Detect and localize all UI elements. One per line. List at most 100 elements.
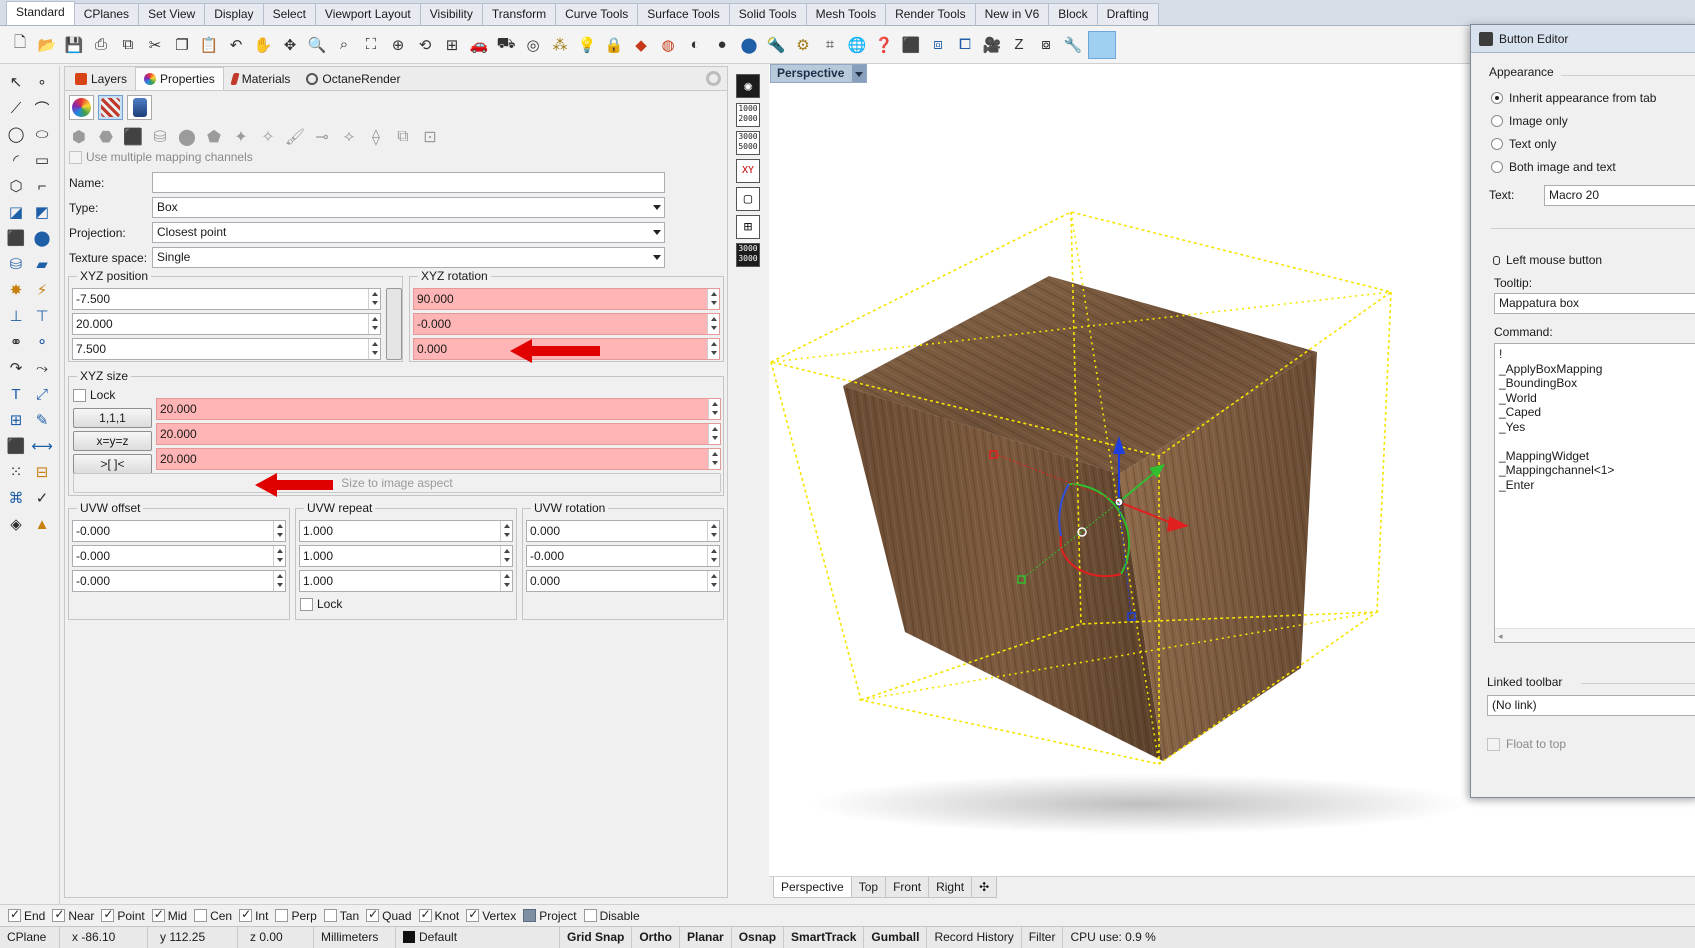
tab-block[interactable]: Block: [1048, 3, 1098, 25]
walk-icon[interactable]: ⛟: [494, 33, 518, 57]
dimension-line-icon[interactable]: ⟷: [30, 434, 54, 458]
tab-surface-tools[interactable]: Surface Tools: [637, 3, 730, 25]
snap-perp-checkbox[interactable]: [275, 909, 289, 922]
rendered-sphere-icon[interactable]: ●: [710, 33, 734, 57]
tab-visibility[interactable]: Visibility: [419, 3, 483, 25]
size-to-image-aspect-button[interactable]: Size to image aspect: [73, 473, 721, 493]
mapping-extract-icon[interactable]: ⟠: [366, 127, 386, 147]
name-field[interactable]: [152, 172, 665, 193]
size-z-input[interactable]: 20.000: [156, 448, 721, 470]
frame-icon[interactable]: ▢: [736, 187, 760, 211]
group-icon[interactable]: ⚭: [4, 330, 28, 354]
copy-object-icon[interactable]: ⤳: [30, 356, 54, 380]
spin-arrows-icon[interactable]: [708, 399, 720, 419]
size-fit-button[interactable]: >[ ]<: [73, 454, 152, 474]
cylinder-icon[interactable]: ⛁: [4, 252, 28, 276]
copy-icon[interactable]: ❐: [170, 33, 194, 57]
uvw-offset-v-input[interactable]: -0.000: [72, 545, 286, 567]
octane-logo-icon[interactable]: ✺: [736, 74, 760, 98]
target-icon[interactable]: ◎: [521, 33, 545, 57]
snap-quad-checkbox[interactable]: [366, 907, 380, 922]
tab-select[interactable]: Select: [262, 3, 316, 25]
spin-arrows-icon[interactable]: [707, 546, 719, 566]
mapping-reset-icon[interactable]: ⊡: [420, 127, 440, 147]
viewport-tab-right[interactable]: Right: [928, 877, 973, 898]
snap-end-checkbox[interactable]: [8, 907, 21, 922]
new-macro-button-icon[interactable]: [1088, 30, 1116, 59]
status-planar[interactable]: Planar: [680, 927, 732, 948]
shaded-sphere-icon[interactable]: ◐: [683, 33, 707, 57]
snap-near-checkbox[interactable]: [52, 907, 66, 922]
panel-tab-materials[interactable]: Materials: [224, 68, 299, 90]
mapping-copy-icon[interactable]: ⧉: [393, 127, 413, 147]
polyline-icon[interactable]: ⟋: [4, 96, 28, 120]
loft-icon[interactable]: ◩: [30, 200, 54, 224]
car-icon[interactable]: 🚗: [467, 33, 491, 57]
pan-hand-icon[interactable]: ✋: [251, 33, 275, 57]
option-inherit-radio[interactable]: [1491, 92, 1503, 104]
option-both-radio[interactable]: [1491, 161, 1503, 173]
mapping-cylinder-icon[interactable]: ⛁: [150, 127, 170, 147]
select-points-icon[interactable]: ⁂: [548, 33, 572, 57]
camera-icon[interactable]: 🎥: [980, 33, 1004, 57]
spin-arrows-icon[interactable]: [500, 521, 512, 541]
resolution-1000-2000-icon[interactable]: 1000 2000: [736, 103, 760, 127]
add-viewport-tab-icon[interactable]: ✣: [971, 877, 998, 898]
snap-mid[interactable]: Mid: [151, 907, 187, 923]
sphere-icon[interactable]: ⬤: [30, 226, 54, 250]
spin-arrows-icon[interactable]: [273, 546, 285, 566]
snap-vertex-checkbox[interactable]: [466, 907, 480, 922]
uvw-rotation-v-input[interactable]: -0.000: [526, 545, 720, 567]
spin-arrows-icon[interactable]: [707, 314, 719, 334]
check-icon[interactable]: ✓: [30, 486, 54, 510]
position-y-input[interactable]: 20.000: [72, 313, 381, 335]
status-layer[interactable]: Default: [396, 927, 560, 948]
object-color-page-icon[interactable]: [69, 95, 94, 120]
snap-vertex[interactable]: Vertex: [466, 907, 516, 923]
help-icon[interactable]: ❓: [872, 33, 896, 57]
ungroup-icon[interactable]: ⚬: [30, 330, 54, 354]
uvw-repeat-lock-checkbox[interactable]: [300, 597, 313, 611]
open-folder-icon[interactable]: 📂: [35, 33, 59, 57]
position-x-input[interactable]: -7.500: [72, 288, 381, 310]
mapping-surface-icon[interactable]: ⬢: [69, 127, 89, 147]
tab-curve-tools[interactable]: Curve Tools: [555, 3, 639, 25]
uvw-rotation-w-input[interactable]: 0.000: [526, 570, 720, 592]
panel-tab-layers[interactable]: Layers: [67, 68, 135, 90]
linked-toolbar-select[interactable]: (No link): [1487, 695, 1695, 716]
status-ortho[interactable]: Ortho: [632, 927, 681, 948]
zoom-window-icon[interactable]: ⌕: [332, 33, 356, 57]
save-icon[interactable]: 💾: [62, 33, 86, 57]
export-icon[interactable]: ⧉: [116, 33, 140, 57]
uvw-repeat-v-input[interactable]: 1.000: [299, 545, 513, 567]
status-cplane[interactable]: CPlane: [0, 927, 60, 948]
spin-arrows-icon[interactable]: [707, 289, 719, 309]
panel-tab-properties[interactable]: Properties: [135, 67, 224, 90]
tool-icon[interactable]: 🔧: [1061, 33, 1085, 57]
dimension-icon[interactable]: ⌗: [818, 33, 842, 57]
snap-project-checkbox[interactable]: [523, 909, 537, 922]
status-osnap[interactable]: Osnap: [732, 927, 785, 948]
tab-render-tools[interactable]: Render Tools: [885, 3, 976, 25]
panel-tab-octanerender[interactable]: OctaneRender: [298, 68, 408, 90]
snap-disable[interactable]: Disable: [583, 909, 640, 923]
scale-object-icon[interactable]: ⤢: [30, 382, 54, 406]
spin-arrows-icon[interactable]: [707, 571, 719, 591]
zoom-selected-icon[interactable]: ⊕: [386, 33, 410, 57]
layer-color-icon[interactable]: ◆: [629, 33, 653, 57]
mapping-remove-icon[interactable]: ⊸: [312, 127, 332, 147]
color-wheel-icon[interactable]: ◍: [656, 33, 680, 57]
move-icon[interactable]: ↷: [4, 356, 28, 380]
snap-project[interactable]: Project: [523, 909, 577, 923]
uvw-offset-w-input[interactable]: -0.000: [72, 570, 286, 592]
tab-drafting[interactable]: Drafting: [1096, 3, 1159, 25]
status-gumball[interactable]: Gumball: [864, 927, 928, 948]
snap-knot-checkbox[interactable]: [418, 907, 432, 922]
unroll-icon[interactable]: ⌘: [4, 486, 28, 510]
print-icon[interactable]: ⎙: [89, 33, 113, 57]
uvw-rotation-u-input[interactable]: 0.000: [526, 520, 720, 542]
size-x-input[interactable]: 20.000: [156, 398, 721, 420]
size-y-input[interactable]: 20.000: [156, 423, 721, 445]
mapping-sphere-icon[interactable]: ⬤: [177, 127, 197, 147]
select-arrow-icon[interactable]: ↖: [4, 70, 28, 94]
